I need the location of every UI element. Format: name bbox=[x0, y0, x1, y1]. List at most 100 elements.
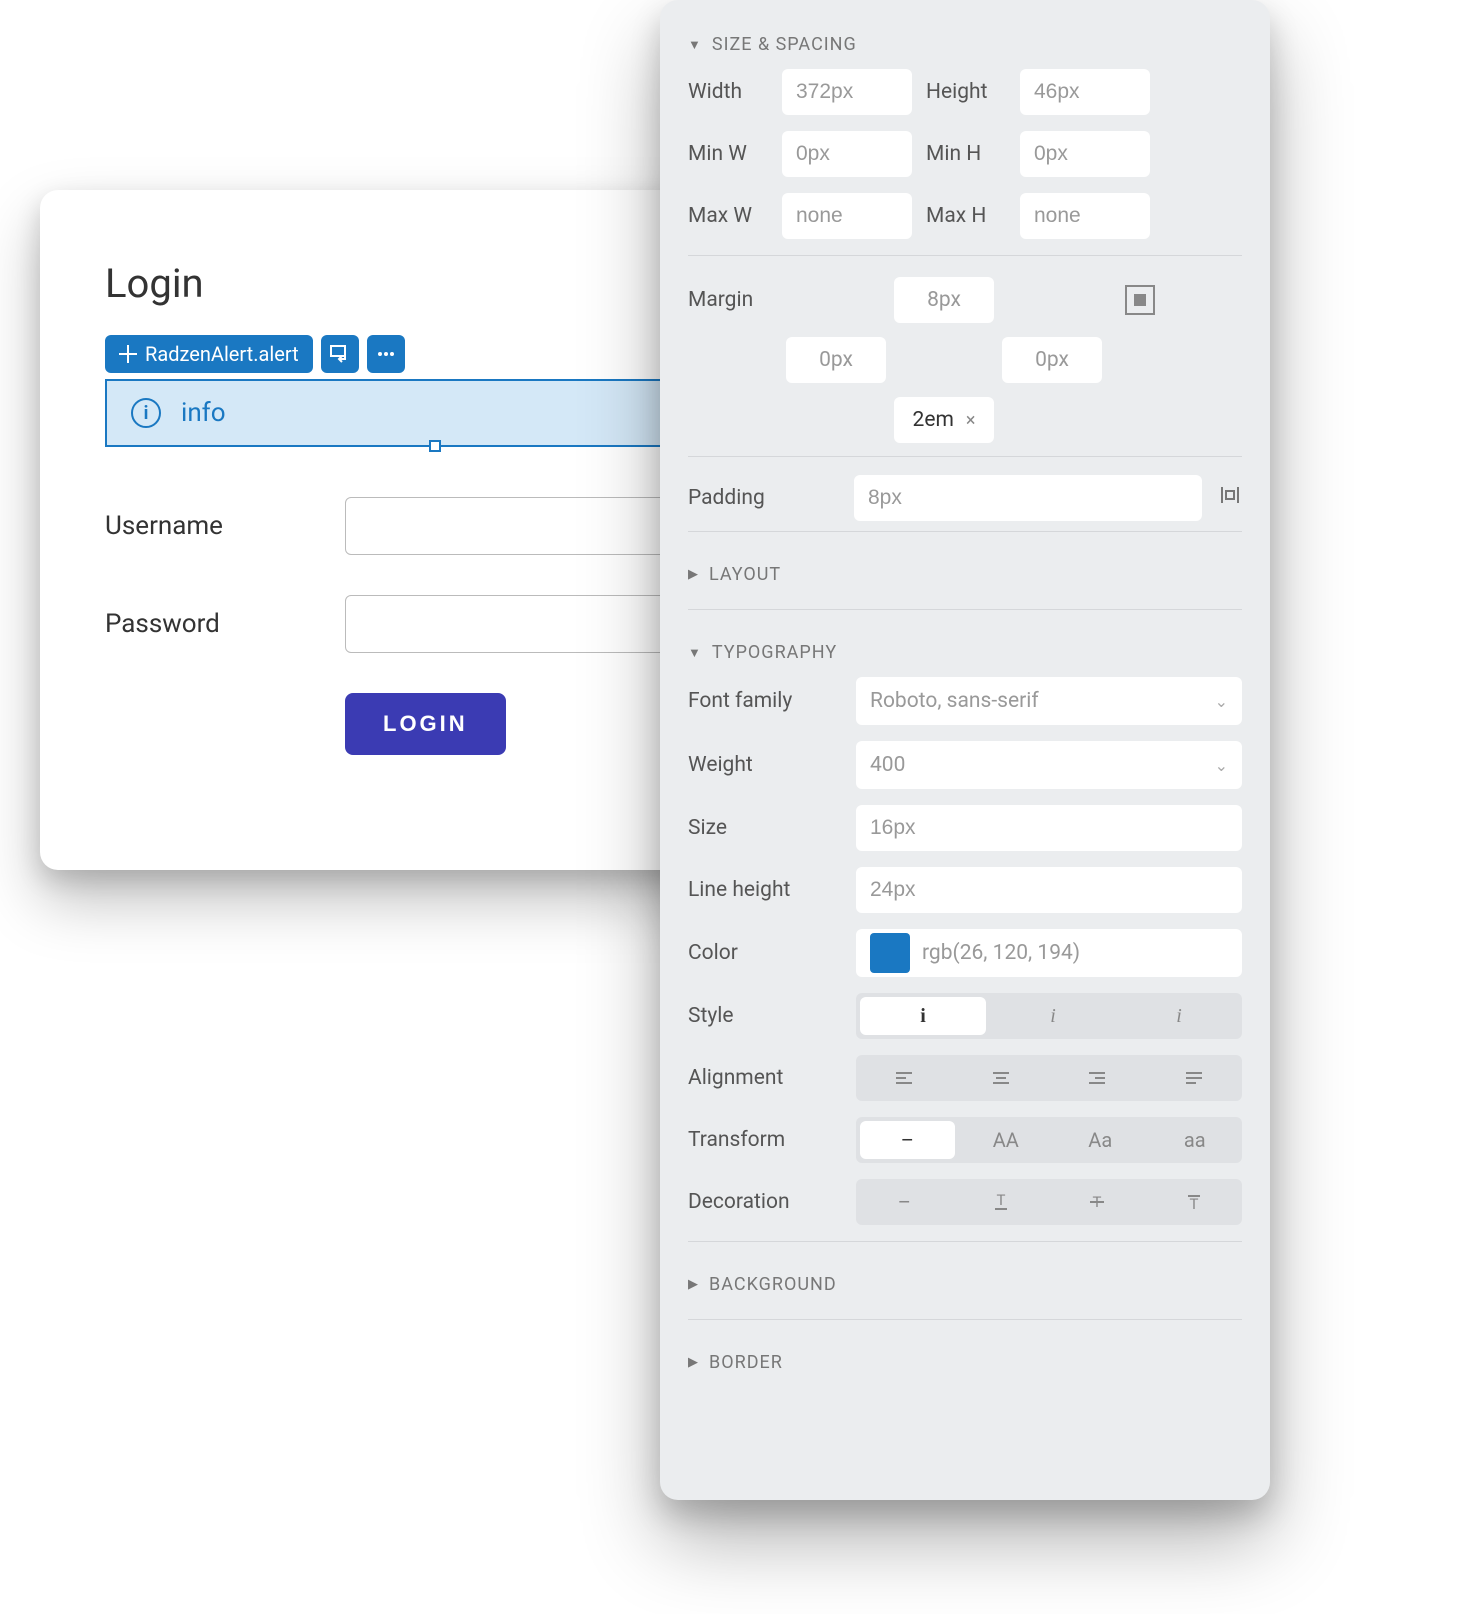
divider bbox=[688, 609, 1242, 610]
component-tag-label: RadzenAlert.alert bbox=[145, 342, 299, 366]
width-input[interactable] bbox=[782, 69, 912, 115]
caret-down-icon: ▼ bbox=[688, 37, 702, 53]
login-button[interactable]: LOGIN bbox=[345, 693, 506, 755]
maxw-input[interactable] bbox=[782, 193, 912, 239]
color-row: Color rgb(26, 120, 194) bbox=[688, 929, 1242, 977]
add-child-button[interactable] bbox=[321, 335, 359, 373]
size-label: Size bbox=[688, 816, 838, 840]
line-height-label: Line height bbox=[688, 878, 838, 902]
font-family-label: Font family bbox=[688, 689, 838, 713]
align-right-icon bbox=[1085, 1066, 1109, 1090]
more-icon bbox=[374, 342, 398, 366]
move-icon bbox=[119, 345, 137, 363]
section-label: Background bbox=[709, 1274, 837, 1295]
section-border[interactable]: ▶ Border bbox=[688, 1338, 1242, 1387]
decoration-underline-button[interactable]: T bbox=[953, 1179, 1050, 1225]
padding-input[interactable] bbox=[854, 475, 1202, 521]
font-family-value: Roboto, sans-serif bbox=[870, 689, 1039, 713]
style-normal-button[interactable]: i bbox=[860, 997, 986, 1035]
height-input[interactable] bbox=[1020, 69, 1150, 115]
align-left-button[interactable] bbox=[856, 1055, 953, 1101]
padding-row: Padding bbox=[688, 475, 1242, 521]
align-left-icon bbox=[892, 1066, 916, 1090]
section-background[interactable]: ▶ Background bbox=[688, 1260, 1242, 1309]
section-size-spacing[interactable]: ▼ Size & Spacing bbox=[688, 20, 1242, 69]
section-label: Typography bbox=[712, 642, 837, 663]
padding-expand-toggle[interactable] bbox=[1218, 483, 1242, 513]
divider bbox=[688, 1241, 1242, 1242]
font-family-select[interactable]: Roboto, sans-serif ⌄ bbox=[856, 677, 1242, 725]
style-label: Style bbox=[688, 1004, 838, 1028]
section-typography[interactable]: ▼ Typography bbox=[688, 628, 1242, 677]
margin-right-input[interactable]: 0px bbox=[1002, 337, 1102, 383]
width-height-row: Width Height bbox=[688, 69, 1242, 115]
color-input[interactable]: rgb(26, 120, 194) bbox=[856, 929, 1242, 977]
svg-text:T: T bbox=[1189, 1195, 1198, 1213]
minw-label: Min W bbox=[688, 142, 768, 166]
margin-left-value: 0px bbox=[819, 348, 853, 372]
overline-icon: T bbox=[1182, 1190, 1206, 1214]
maxh-input[interactable] bbox=[1020, 193, 1150, 239]
color-swatch[interactable] bbox=[870, 933, 910, 973]
minh-input[interactable] bbox=[1020, 131, 1150, 177]
margin-linked-toggle[interactable] bbox=[1110, 285, 1170, 315]
color-label: Color bbox=[688, 941, 838, 965]
info-icon: i bbox=[131, 398, 161, 428]
alignment-segmented bbox=[856, 1055, 1242, 1101]
align-justify-icon bbox=[1182, 1066, 1206, 1090]
margin-top-input[interactable]: 8px bbox=[894, 277, 994, 323]
alignment-row: Alignment bbox=[688, 1055, 1242, 1101]
resize-handle-bottom[interactable] bbox=[429, 440, 441, 452]
color-value: rgb(26, 120, 194) bbox=[922, 941, 1080, 965]
chevron-down-icon: ⌄ bbox=[1215, 756, 1228, 775]
strikethrough-icon: T bbox=[1085, 1190, 1109, 1214]
align-justify-button[interactable] bbox=[1146, 1055, 1243, 1101]
decoration-row: Decoration – T T T bbox=[688, 1179, 1242, 1225]
caret-right-icon: ▶ bbox=[688, 1355, 699, 1370]
align-right-button[interactable] bbox=[1049, 1055, 1146, 1101]
style-oblique-button[interactable]: i bbox=[1116, 993, 1242, 1039]
line-height-row: Line height bbox=[688, 867, 1242, 913]
style-italic-button[interactable]: i bbox=[990, 993, 1116, 1039]
transform-lower-button[interactable]: aa bbox=[1148, 1117, 1243, 1163]
section-layout[interactable]: ▶ Layout bbox=[688, 550, 1242, 599]
chevron-down-icon: ⌄ bbox=[1215, 692, 1228, 711]
line-height-input[interactable] bbox=[856, 867, 1242, 913]
decoration-overline-button[interactable]: T bbox=[1146, 1179, 1243, 1225]
weight-label: Weight bbox=[688, 753, 838, 777]
margin-label: Margin bbox=[688, 288, 778, 312]
transform-none-button[interactable]: – bbox=[860, 1121, 955, 1159]
decoration-segmented: – T T T bbox=[856, 1179, 1242, 1225]
transform-segmented: – AA Aa aa bbox=[856, 1117, 1242, 1163]
weight-select[interactable]: 400 ⌄ bbox=[856, 741, 1242, 789]
align-center-button[interactable] bbox=[953, 1055, 1050, 1101]
width-label: Width bbox=[688, 80, 768, 104]
clear-icon[interactable]: × bbox=[966, 410, 976, 431]
transform-upper-button[interactable]: AA bbox=[959, 1117, 1054, 1163]
padding-label: Padding bbox=[688, 486, 838, 510]
margin-left-input[interactable]: 0px bbox=[786, 337, 886, 383]
divider bbox=[688, 255, 1242, 256]
maxh-label: Max H bbox=[926, 204, 1006, 228]
more-button[interactable] bbox=[367, 335, 405, 373]
style-row: Style i i i bbox=[688, 993, 1242, 1039]
margin-bottom-input[interactable]: 2em × bbox=[894, 397, 994, 443]
margin-top-value: 8px bbox=[927, 288, 961, 312]
alert-text: info bbox=[181, 398, 226, 428]
minw-input[interactable] bbox=[782, 131, 912, 177]
transform-capitalize-button[interactable]: Aa bbox=[1053, 1117, 1148, 1163]
component-tag[interactable]: RadzenAlert.alert bbox=[105, 335, 313, 373]
size-row: Size bbox=[688, 805, 1242, 851]
decoration-none-button[interactable]: – bbox=[856, 1179, 953, 1225]
caret-down-icon: ▼ bbox=[688, 645, 702, 661]
password-label: Password bbox=[105, 609, 345, 639]
height-label: Height bbox=[926, 80, 1006, 104]
margin-right-value: 0px bbox=[1035, 348, 1069, 372]
username-label: Username bbox=[105, 511, 345, 541]
caret-right-icon: ▶ bbox=[688, 1277, 699, 1292]
weight-row: Weight 400 ⌄ bbox=[688, 741, 1242, 789]
decoration-strikethrough-button[interactable]: T bbox=[1049, 1179, 1146, 1225]
font-size-input[interactable] bbox=[856, 805, 1242, 851]
decoration-label: Decoration bbox=[688, 1190, 838, 1214]
divider bbox=[688, 456, 1242, 457]
